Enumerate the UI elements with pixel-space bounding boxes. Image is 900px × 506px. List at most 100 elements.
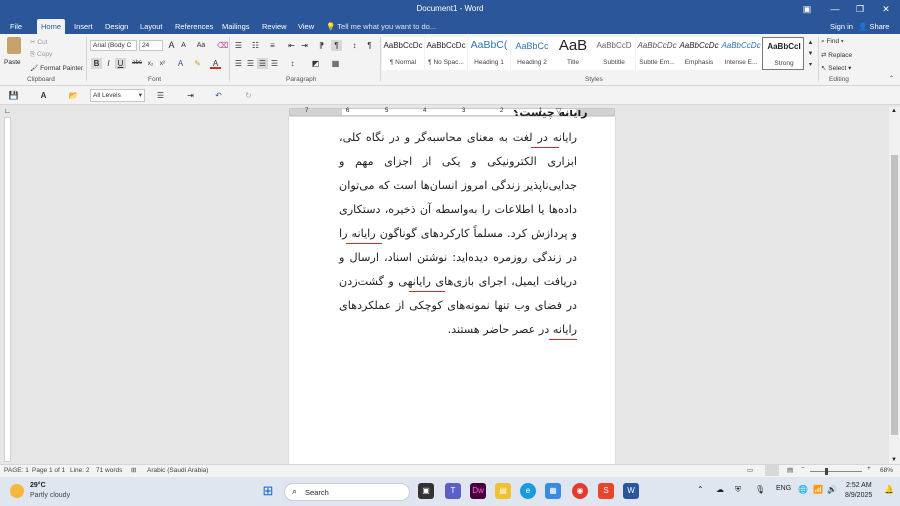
ltr-direction-icon[interactable]: ⁋ [316,40,327,51]
style-emphasis[interactable]: AaBbCcDc Emphasis [678,37,720,70]
styles-more-icon[interactable]: ▾ [805,60,816,71]
scroll-down-icon[interactable]: ▼ [891,457,897,463]
cloud-icon[interactable]: ☁ [716,485,724,494]
tab-review[interactable]: Review [258,19,291,34]
font-size-combo[interactable]: 24 [139,40,163,51]
multilevel-list-icon[interactable]: ≡ [267,40,278,51]
text-effects-icon[interactable]: A [175,58,186,69]
paste-button[interactable]: Paste [4,37,24,71]
vertical-scrollbar[interactable]: ▲ ▼ [889,107,900,464]
app-s-icon[interactable]: S [598,483,614,499]
security-icon[interactable]: ⛨ [735,485,741,495]
clear-formatting-icon[interactable]: ⌫ [217,40,228,51]
rtl-direction-icon[interactable]: ¶ [331,40,342,51]
read-mode-icon[interactable]: ▭ [747,466,753,474]
taskbar-search[interactable]: ⌕ Search [284,483,410,501]
subscript-button[interactable]: x₂ [145,58,156,69]
teams-icon[interactable]: T [445,483,461,499]
style-normal[interactable]: AaBbCcDc ¶ Normal [382,37,424,70]
clock-date[interactable]: 8/9/2025 [845,492,872,499]
shading-icon[interactable]: ◩ [310,58,321,69]
align-center-icon[interactable]: ☰ [245,58,256,69]
bullets-icon[interactable]: ☰ [233,40,244,51]
font-color-icon[interactable]: A [210,58,221,69]
bold-button[interactable]: B [91,58,102,69]
zoom-out-button[interactable]: − [801,465,805,472]
tab-design[interactable]: Design [101,19,132,34]
show-hidden-icons-icon[interactable]: ⌃ [697,485,704,494]
copy-button[interactable]: ⎘ Copy [30,51,52,59]
underline-button[interactable]: U [115,58,126,69]
document-page[interactable]: رایانه چیست؟ رایانه در لغت به معنای محاس… [289,110,615,464]
style-strong[interactable]: AaBbCcI Strong [762,37,804,70]
status-words[interactable]: 71 words [96,467,122,474]
tell-me-search[interactable]: 💡 Tell me what you want to do... [326,19,436,34]
zoom-level[interactable]: 68% [880,467,893,474]
superscript-button[interactable]: x² [157,58,168,69]
store-icon[interactable]: ▦ [545,483,561,499]
shrink-font-button[interactable]: A [178,40,189,51]
clock-time[interactable]: 2:52 AM [846,482,872,489]
list-options-icon[interactable]: ☰ [155,90,166,101]
font-name-combo[interactable]: Arial (Body C [90,40,137,51]
microphone-icon[interactable]: 🎙 [755,485,765,494]
align-right-icon[interactable]: ☰ [257,58,268,69]
redo-icon[interactable]: ↻ [243,90,254,101]
scroll-up-icon[interactable]: ▲ [891,108,897,114]
ribbon-display-options-icon[interactable]: ▣ [800,2,814,16]
tab-mailings[interactable]: Mailings [218,19,254,34]
align-left-icon[interactable]: ☰ [233,58,244,69]
file-explorer-icon[interactable]: ▤ [495,483,511,499]
tab-file[interactable]: File [6,19,27,34]
tab-selector-icon[interactable]: ∟ [4,108,12,116]
style-intense-emphasis[interactable]: AaBbCcDc Intense E... [720,37,762,70]
undo-icon[interactable]: ↶ [213,90,224,101]
indent-options-icon[interactable]: ⇥ [185,90,196,101]
font-icon[interactable]: A [38,90,49,101]
style-title[interactable]: AaB Title [552,37,594,70]
line-spacing-icon[interactable]: ↕ [287,58,298,69]
tab-view[interactable]: View [294,19,318,34]
cut-button[interactable]: ✂ Cut [30,38,47,46]
weather-temperature[interactable]: 29°C [30,482,46,489]
scrollbar-thumb[interactable] [891,155,898,435]
globe-icon[interactable]: 🌐 [798,485,808,494]
chrome-icon[interactable]: ◉ [572,483,588,499]
weather-condition[interactable]: Partly cloudy [30,492,70,499]
styles-scroll-up-icon[interactable]: ▲ [805,38,816,49]
style-heading-1[interactable]: AaBbC( Heading 1 [468,37,510,70]
document-body-text[interactable]: رایانه در لغت به معنای محاسبه‌گر و در نگ… [339,126,577,342]
status-language[interactable]: Arabic (Saudi Arabia) [147,467,208,474]
zoom-slider[interactable] [810,471,862,472]
collapse-ribbon-icon[interactable]: ⌃ [886,74,897,85]
wifi-icon[interactable]: 📶 [813,485,823,494]
numbering-icon[interactable]: ☷ [250,40,261,51]
vertical-ruler[interactable] [4,117,11,462]
proofing-icon[interactable]: ⊞ [131,466,136,474]
notifications-icon[interactable]: 🔔 [884,485,894,494]
styles-scroll-down-icon[interactable]: ▼ [805,49,816,60]
style-subtitle[interactable]: AaBbCcD Subtitle [593,37,635,70]
close-button[interactable]: ✕ [879,2,893,16]
minimize-button[interactable]: — [828,2,842,16]
strikethrough-button[interactable]: abc [130,58,144,69]
edge-icon[interactable]: e [520,483,536,499]
sort-icon[interactable]: ↕ [349,40,360,51]
style-no-spacing[interactable]: AaBbCcDc ¶ No Spac... [425,37,467,70]
tab-references[interactable]: References [171,19,217,34]
web-layout-icon[interactable]: ▤ [787,466,793,474]
open-folder-icon[interactable]: 📂 [68,90,79,101]
sign-in-link[interactable]: Sign in [830,19,853,34]
tab-home[interactable]: Home [37,19,66,34]
format-painter-button[interactable]: 🖌 Format Painter [30,64,83,72]
dreamweaver-icon[interactable]: Dw [470,483,486,499]
decrease-indent-icon[interactable]: ⇤ [286,40,297,51]
justify-icon[interactable]: ☰ [269,58,280,69]
restore-button[interactable]: ❐ [853,2,867,16]
outline-levels-dropdown[interactable]: All Levels ▾ [90,89,145,102]
zoom-slider-handle[interactable] [825,468,828,475]
tab-layout[interactable]: Layout [136,19,167,34]
select-button[interactable]: ↖ Select ▾ [821,64,851,72]
share-button[interactable]: 👤 Share [858,19,889,34]
style-subtle-emphasis[interactable]: AaBbCcDc Subtle Em... [636,37,678,70]
